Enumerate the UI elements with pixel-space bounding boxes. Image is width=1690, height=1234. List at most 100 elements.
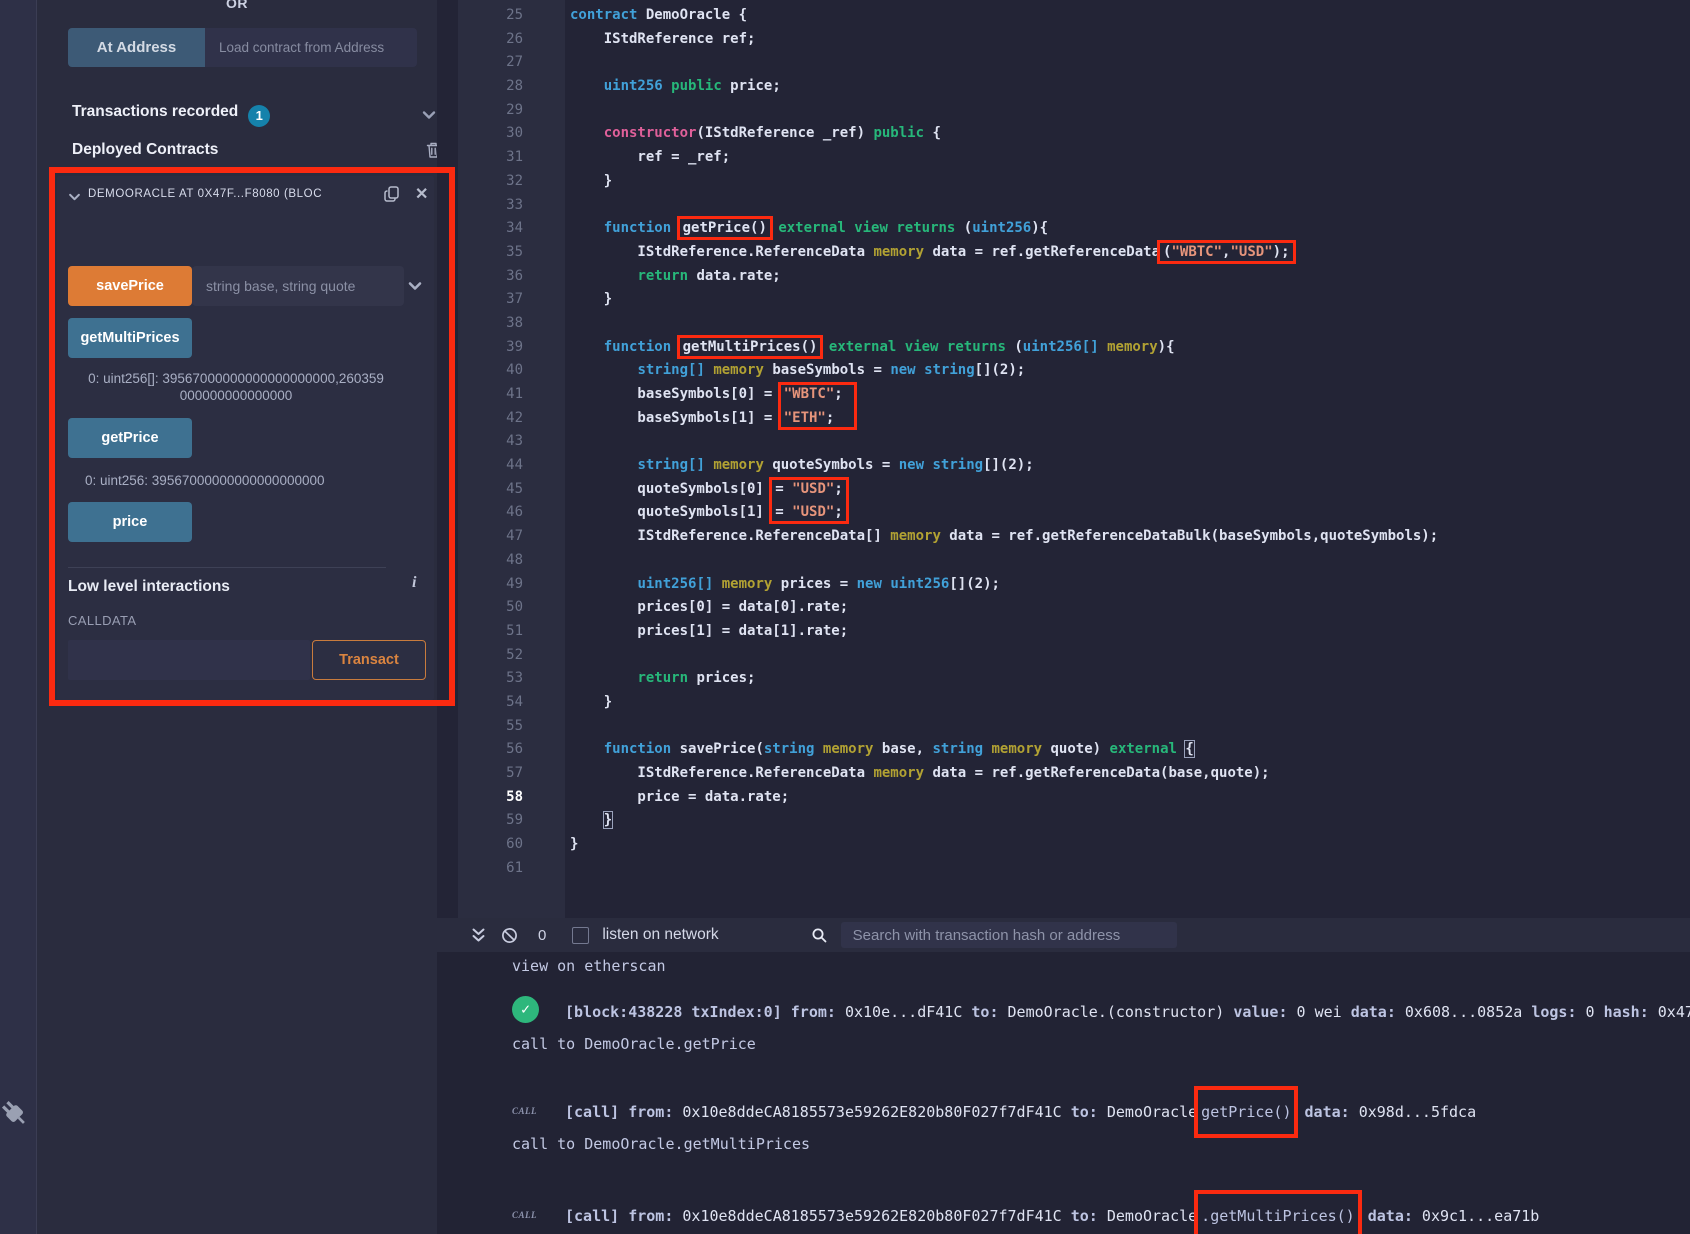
line-number: 29 (473, 99, 523, 123)
line-number: 38 (473, 312, 523, 336)
line-number: 28 (473, 75, 523, 99)
deployed-contract-card: DEMOORACLE AT 0X47F...F8080 (BLOC ✕ save… (57, 176, 434, 700)
terminal-search-input[interactable] (841, 922, 1177, 948)
close-icon[interactable]: ✕ (415, 184, 428, 204)
price-function-button[interactable]: price (68, 502, 192, 542)
transact-button[interactable]: Transact (312, 640, 426, 680)
line-number: 31 (473, 146, 523, 170)
load-contract-address-input[interactable] (205, 28, 417, 67)
terminal-log-line[interactable]: CALL[call] from: 0x10e8ddeCA8185573e5926… (512, 1200, 1539, 1225)
getmultiprices-output: 0: uint256[]: 39567000000000000000000,26… (85, 370, 387, 404)
line-number: 61 (473, 857, 523, 881)
clear-console-icon[interactable] (501, 927, 518, 944)
annotation-box: "ETH"; (778, 403, 857, 430)
code-line: 46 quoteSymbols[1] = "USD"; (437, 501, 1690, 525)
contract-card-header[interactable]: DEMOORACLE AT 0X47F...F8080 (BLOC ✕ (57, 186, 434, 208)
line-number: 48 (473, 549, 523, 573)
code-line: 56 function savePrice(string memory base… (437, 738, 1690, 762)
line-number: 40 (473, 359, 523, 383)
code-line: 58 price = data.rate; (437, 786, 1690, 810)
terminal-log[interactable]: view on etherscan ✓[block:438228 txIndex… (437, 952, 1690, 1234)
icon-panel (0, 0, 37, 1234)
at-address-button[interactable]: At Address (68, 28, 205, 67)
getprice-output: 0: uint256: 39567000000000000000000 (85, 472, 387, 489)
line-number: 49 (473, 573, 523, 597)
line-number: 42 (473, 407, 523, 431)
line-number: 26 (473, 28, 523, 52)
code-line: 44 string[] memory quoteSymbols = new st… (437, 454, 1690, 478)
chevron-down-icon[interactable] (67, 190, 82, 204)
code-line: 34 function getPrice() external view ret… (437, 217, 1690, 241)
line-number: 50 (473, 596, 523, 620)
code-line: 36 return data.rate; (437, 265, 1690, 289)
line-number: 46 (473, 501, 523, 525)
annotation-box: getPrice() (677, 216, 773, 240)
low-level-interactions-title: Low level interactions (68, 578, 230, 596)
code-line: 39 function getMultiPrices() external vi… (437, 336, 1690, 360)
code-line: 45 quoteSymbols[0] = "USD"; (437, 478, 1690, 502)
code-line: 59 } (437, 809, 1690, 833)
annotation-box: getMultiPrices() (677, 335, 824, 359)
code-line: 48 (437, 549, 1690, 573)
line-number: 45 (473, 478, 523, 502)
code-editor[interactable]: 25contract DemoOracle {26 IStdReference … (437, 0, 1690, 918)
code-area[interactable]: 25contract DemoOracle {26 IStdReference … (437, 4, 1690, 880)
transactions-count-badge: 1 (248, 105, 270, 127)
chevron-down-icon[interactable] (421, 107, 437, 123)
code-line: 40 string[] memory baseSymbols = new str… (437, 359, 1690, 383)
line-number: 39 (473, 336, 523, 360)
code-line: 50 prices[0] = data[0].rate; (437, 596, 1690, 620)
code-line: 35 IStdReference.ReferenceData memory da… (437, 241, 1690, 265)
terminal-log-line[interactable]: CALL[call] from: 0x10e8ddeCA8185573e5926… (512, 1096, 1476, 1121)
line-number: 43 (473, 430, 523, 454)
calldata-input[interactable] (68, 640, 310, 680)
code-line: 42 baseSymbols[1] = "ETH"; (437, 407, 1690, 431)
chevron-down-icon[interactable] (407, 278, 423, 294)
terminal-count: 0 (538, 927, 546, 944)
line-number: 33 (473, 194, 523, 218)
line-number: 52 (473, 644, 523, 668)
code-line: 33 (437, 194, 1690, 218)
annotation-box: = "USD"; (769, 497, 848, 524)
code-line: 27 (437, 51, 1690, 75)
line-number: 56 (473, 738, 523, 762)
line-number: 30 (473, 122, 523, 146)
code-line: 52 (437, 644, 1690, 668)
line-number: 47 (473, 525, 523, 549)
line-number: 51 (473, 620, 523, 644)
line-number: 60 (473, 833, 523, 857)
saveprice-function-button[interactable]: savePrice (68, 266, 192, 306)
terminal-log-line[interactable]: ✓[block:438228 txIndex:0] from: 0x10e...… (512, 996, 1690, 1023)
line-number: 41 (473, 383, 523, 407)
terminal-log-line[interactable]: call to DemoOracle.getMultiPrices (512, 1135, 810, 1153)
info-icon[interactable]: i (412, 574, 416, 592)
bracket-match-highlight: } (604, 812, 612, 828)
line-number: 25 (473, 4, 523, 28)
terminal-log-line[interactable]: view on etherscan (512, 957, 666, 975)
copy-icon[interactable] (383, 184, 402, 204)
listen-on-network-checkbox[interactable] (572, 927, 589, 944)
line-number: 44 (473, 454, 523, 478)
trash-icon[interactable] (425, 141, 437, 159)
code-line: 41 baseSymbols[0] = "WBTC"; (437, 383, 1690, 407)
code-line: 29 (437, 99, 1690, 123)
saveprice-args-input[interactable] (192, 266, 404, 306)
collapse-terminal-icon[interactable] (471, 927, 486, 944)
code-line: 47 IStdReference.ReferenceData[] memory … (437, 525, 1690, 549)
code-line: 53 return prices; (437, 667, 1690, 691)
code-line: 28 uint256 public price; (437, 75, 1690, 99)
line-number: 59 (473, 809, 523, 833)
code-line: 54 } (437, 691, 1690, 715)
line-number: 54 (473, 691, 523, 715)
code-line: 51 prices[1] = data[1].rate; (437, 620, 1690, 644)
code-line: 38 (437, 312, 1690, 336)
transactions-recorded-row: Transactions recorded 1 (72, 103, 422, 127)
transactions-recorded-label: Transactions recorded (72, 103, 238, 120)
getmultiprices-function-button[interactable]: getMultiPrices (68, 318, 192, 358)
terminal-log-line[interactable]: call to DemoOracle.getPrice (512, 1035, 756, 1053)
line-number: 32 (473, 170, 523, 194)
line-number: 57 (473, 762, 523, 786)
getprice-function-button[interactable]: getPrice (68, 418, 192, 458)
plugin-manager-icon[interactable] (0, 1093, 34, 1133)
line-number: 36 (473, 265, 523, 289)
